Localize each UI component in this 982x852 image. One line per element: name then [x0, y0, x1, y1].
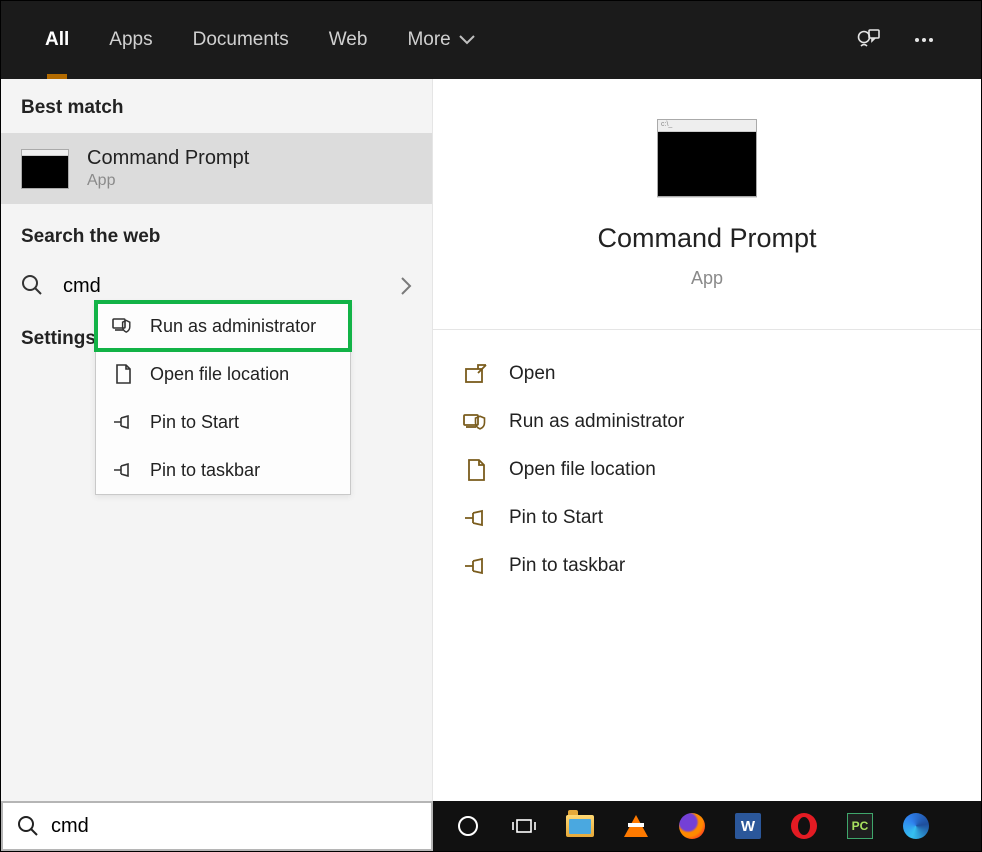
- context-open-file-location[interactable]: Open file location: [96, 350, 350, 398]
- chevron-right-icon[interactable]: [400, 276, 412, 296]
- preview-header: Command Prompt App: [433, 79, 981, 330]
- context-run-as-admin-label: Run as administrator: [150, 316, 316, 337]
- action-open[interactable]: Open: [457, 350, 957, 398]
- results-list: Best match Command Prompt App Search the…: [1, 79, 433, 801]
- tab-more-label: More: [407, 29, 450, 51]
- taskbar-file-explorer[interactable]: [565, 811, 595, 841]
- tab-web-label: Web: [329, 29, 368, 51]
- action-open-file-location-label: Open file location: [509, 459, 656, 481]
- filter-tabs: All Apps Documents Web More: [25, 1, 495, 79]
- action-run-as-admin-label: Run as administrator: [509, 411, 684, 433]
- best-match-subtitle: App: [87, 172, 249, 190]
- chevron-down-icon: [459, 35, 475, 45]
- file-location-icon: [463, 458, 489, 482]
- action-run-as-admin[interactable]: Run as administrator: [457, 398, 957, 446]
- pin-icon: [112, 459, 134, 481]
- tab-all-label: All: [45, 29, 69, 51]
- action-pin-to-taskbar[interactable]: Pin to taskbar: [457, 542, 957, 590]
- topbar-actions: [855, 29, 957, 51]
- taskbar: W PC: [433, 801, 981, 851]
- taskbar-opera[interactable]: [789, 811, 819, 841]
- command-prompt-icon: [657, 119, 757, 197]
- tab-documents[interactable]: Documents: [173, 1, 309, 79]
- context-pin-to-start[interactable]: Pin to Start: [96, 398, 350, 446]
- web-suggestion-text: cmd: [63, 275, 101, 298]
- context-open-file-location-label: Open file location: [150, 364, 289, 385]
- preview-actions: Open Run as administrator Open file loca…: [433, 330, 981, 610]
- search-web-header-label: Search the web: [21, 226, 160, 247]
- best-match-title: Command Prompt: [87, 147, 249, 170]
- pin-icon: [463, 554, 489, 578]
- taskbar-word[interactable]: W: [733, 811, 763, 841]
- feedback-icon[interactable]: [855, 29, 881, 51]
- search-icon: [21, 274, 45, 298]
- search-icon: [17, 815, 39, 837]
- pin-icon: [112, 411, 134, 433]
- taskbar-vlc[interactable]: [621, 811, 651, 841]
- taskbar-pycharm[interactable]: PC: [845, 811, 875, 841]
- taskbar-task-view-icon[interactable]: [509, 811, 539, 841]
- context-menu: Run as administrator Open file location …: [95, 301, 351, 495]
- preview-subtitle: App: [691, 268, 723, 289]
- best-match-result[interactable]: Command Prompt App: [1, 133, 432, 204]
- taskbar-edge[interactable]: [901, 811, 931, 841]
- tab-apps[interactable]: Apps: [89, 1, 172, 79]
- bottom-bar: W PC: [1, 801, 981, 851]
- action-pin-to-start-label: Pin to Start: [509, 507, 603, 529]
- context-pin-to-taskbar[interactable]: Pin to taskbar: [96, 446, 350, 494]
- taskbar-cortana-icon[interactable]: [453, 811, 483, 841]
- preview-title: Command Prompt: [597, 223, 816, 254]
- file-location-icon: [112, 363, 134, 385]
- context-run-as-admin[interactable]: Run as administrator: [96, 302, 350, 350]
- preview-pane: Command Prompt App Open Run as administr…: [433, 79, 981, 801]
- tab-apps-label: Apps: [109, 29, 152, 51]
- action-open-label: Open: [509, 363, 555, 385]
- command-prompt-icon: [21, 149, 69, 189]
- tab-more[interactable]: More: [387, 1, 494, 79]
- open-icon: [463, 362, 489, 386]
- best-match-text: Command Prompt App: [87, 147, 249, 190]
- shield-run-icon: [463, 410, 489, 434]
- taskbar-firefox[interactable]: [677, 811, 707, 841]
- search-web-header: Search the web: [1, 204, 432, 262]
- search-box[interactable]: [1, 801, 433, 851]
- context-pin-to-start-label: Pin to Start: [150, 412, 239, 433]
- tab-documents-label: Documents: [193, 29, 289, 51]
- search-results-area: Best match Command Prompt App Search the…: [1, 79, 981, 801]
- more-options-icon[interactable]: [911, 29, 937, 51]
- search-filter-bar: All Apps Documents Web More: [1, 1, 981, 79]
- tab-web[interactable]: Web: [309, 1, 388, 79]
- search-input[interactable]: [51, 815, 417, 838]
- action-pin-to-start[interactable]: Pin to Start: [457, 494, 957, 542]
- shield-run-icon: [112, 315, 134, 337]
- context-pin-to-taskbar-label: Pin to taskbar: [150, 460, 260, 481]
- best-match-header: Best match: [1, 79, 432, 133]
- tab-all[interactable]: All: [25, 1, 89, 79]
- pin-icon: [463, 506, 489, 530]
- action-pin-to-taskbar-label: Pin to taskbar: [509, 555, 625, 577]
- action-open-file-location[interactable]: Open file location: [457, 446, 957, 494]
